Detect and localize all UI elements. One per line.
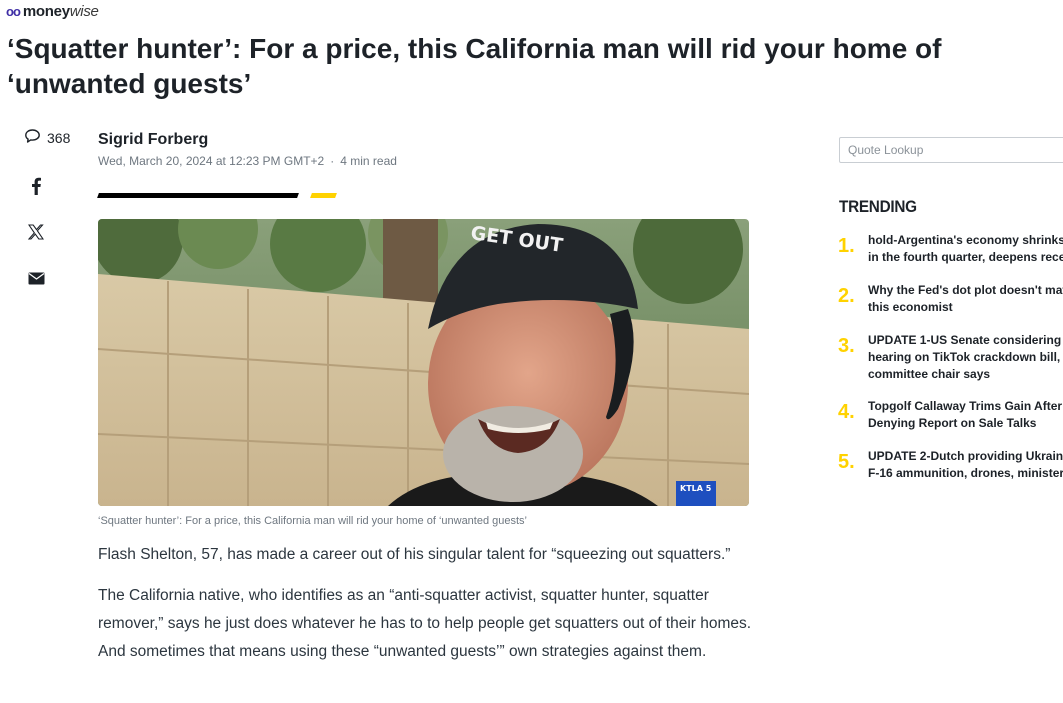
meta-separator: · [330,154,335,168]
comment-count: 368 [47,129,71,146]
publish-date: Wed, March 20, 2024 at 12:23 PM GMT+2 [98,154,325,168]
email-icon[interactable] [26,268,46,288]
trending-line: Topgolf Callaway Trims Gain After [868,399,1063,413]
trending-line: UPDATE 1-US Senate considering p [868,333,1063,347]
comment-icon [24,128,41,147]
facebook-icon[interactable] [26,176,46,196]
trending-headline[interactable]: hold-Argentina's economy shrinks in the … [868,232,1063,266]
trending-line: F-16 ammunition, drones, minister [868,466,1063,480]
author-name[interactable]: Sigrid Forberg [98,131,397,149]
trending-line: Denying Report on Sale Talks [868,416,1037,430]
social-rail: 368 [24,128,84,284]
byline-divider-black [97,193,299,198]
byline-divider-yellow [310,193,337,198]
trending-line: hold-Argentina's economy shrinks [868,233,1063,247]
trending-heading: TRENDING [839,197,917,216]
trending-number: 4. [838,401,855,423]
trending-number: 5. [838,451,855,473]
trending-number: 2. [838,285,855,307]
article-title: ‘Squatter hunter’: For a price, this Cal… [7,33,942,99]
comments-button[interactable]: 368 [24,128,84,147]
quote-lookup-input[interactable] [840,138,1063,162]
trending-headline[interactable]: Why the Fed's dot plot doesn't mat this … [868,282,1063,316]
trending-item[interactable]: 1. hold-Argentina's economy shrinks in t… [838,232,1063,266]
trending-item[interactable]: 4. Topgolf Callaway Trims Gain After Den… [838,398,1062,432]
ktla-watermark: KTLA 5 [676,481,716,506]
read-time: 4 min read [340,154,397,168]
trending-item[interactable]: 2. Why the Fed's dot plot doesn't mat th… [838,282,1063,316]
logo-mark: oo [6,3,21,19]
article-meta: Wed, March 20, 2024 at 12:23 PM GMT+2 · 4 … [98,154,397,168]
trending-line: this economist [868,300,953,314]
logo-wordmark: moneywise [23,3,99,20]
x-icon[interactable] [26,222,46,242]
logo-word-bold: money [22,2,70,20]
logo-word-italic: wise [69,2,99,20]
trending-headline[interactable]: Topgolf Callaway Trims Gain After Denyin… [868,398,1062,432]
trending-item[interactable]: 5. UPDATE 2-Dutch providing Ukraine F-16… [838,448,1063,482]
trending-headline[interactable]: UPDATE 1-US Senate considering p hearing… [868,332,1063,383]
trending-number: 3. [838,335,855,357]
trending-item[interactable]: 3. UPDATE 1-US Senate considering p hear… [838,332,1063,383]
trending-line: hearing on TikTok crackdown bill, [868,350,1061,364]
trending-number: 1. [838,235,855,257]
trending-line: in the fourth quarter, deepens rece [868,250,1063,264]
moneywise-logo[interactable]: oo moneywise [6,2,99,20]
article-paragraph: The California native, who identifies as… [98,587,752,660]
article-paragraph: Flash Shelton, 57, has made a career out… [98,546,731,563]
image-caption: ‘Squatter hunter’: For a price, this Cal… [98,515,527,527]
trending-headline[interactable]: UPDATE 2-Dutch providing Ukraine F-16 am… [868,448,1063,482]
trending-line: committee chair says [868,367,991,381]
trending-line: UPDATE 2-Dutch providing Ukraine [868,449,1063,463]
byline: Sigrid Forberg Wed, March 20, 2024 at 12… [98,131,397,168]
hero-image[interactable]: GET OUT KTLA 5 [98,219,749,506]
watermark-text: KTLA 5 [680,484,712,493]
trending-line: Why the Fed's dot plot doesn't mat [868,283,1063,297]
quote-lookup[interactable] [839,137,1063,163]
